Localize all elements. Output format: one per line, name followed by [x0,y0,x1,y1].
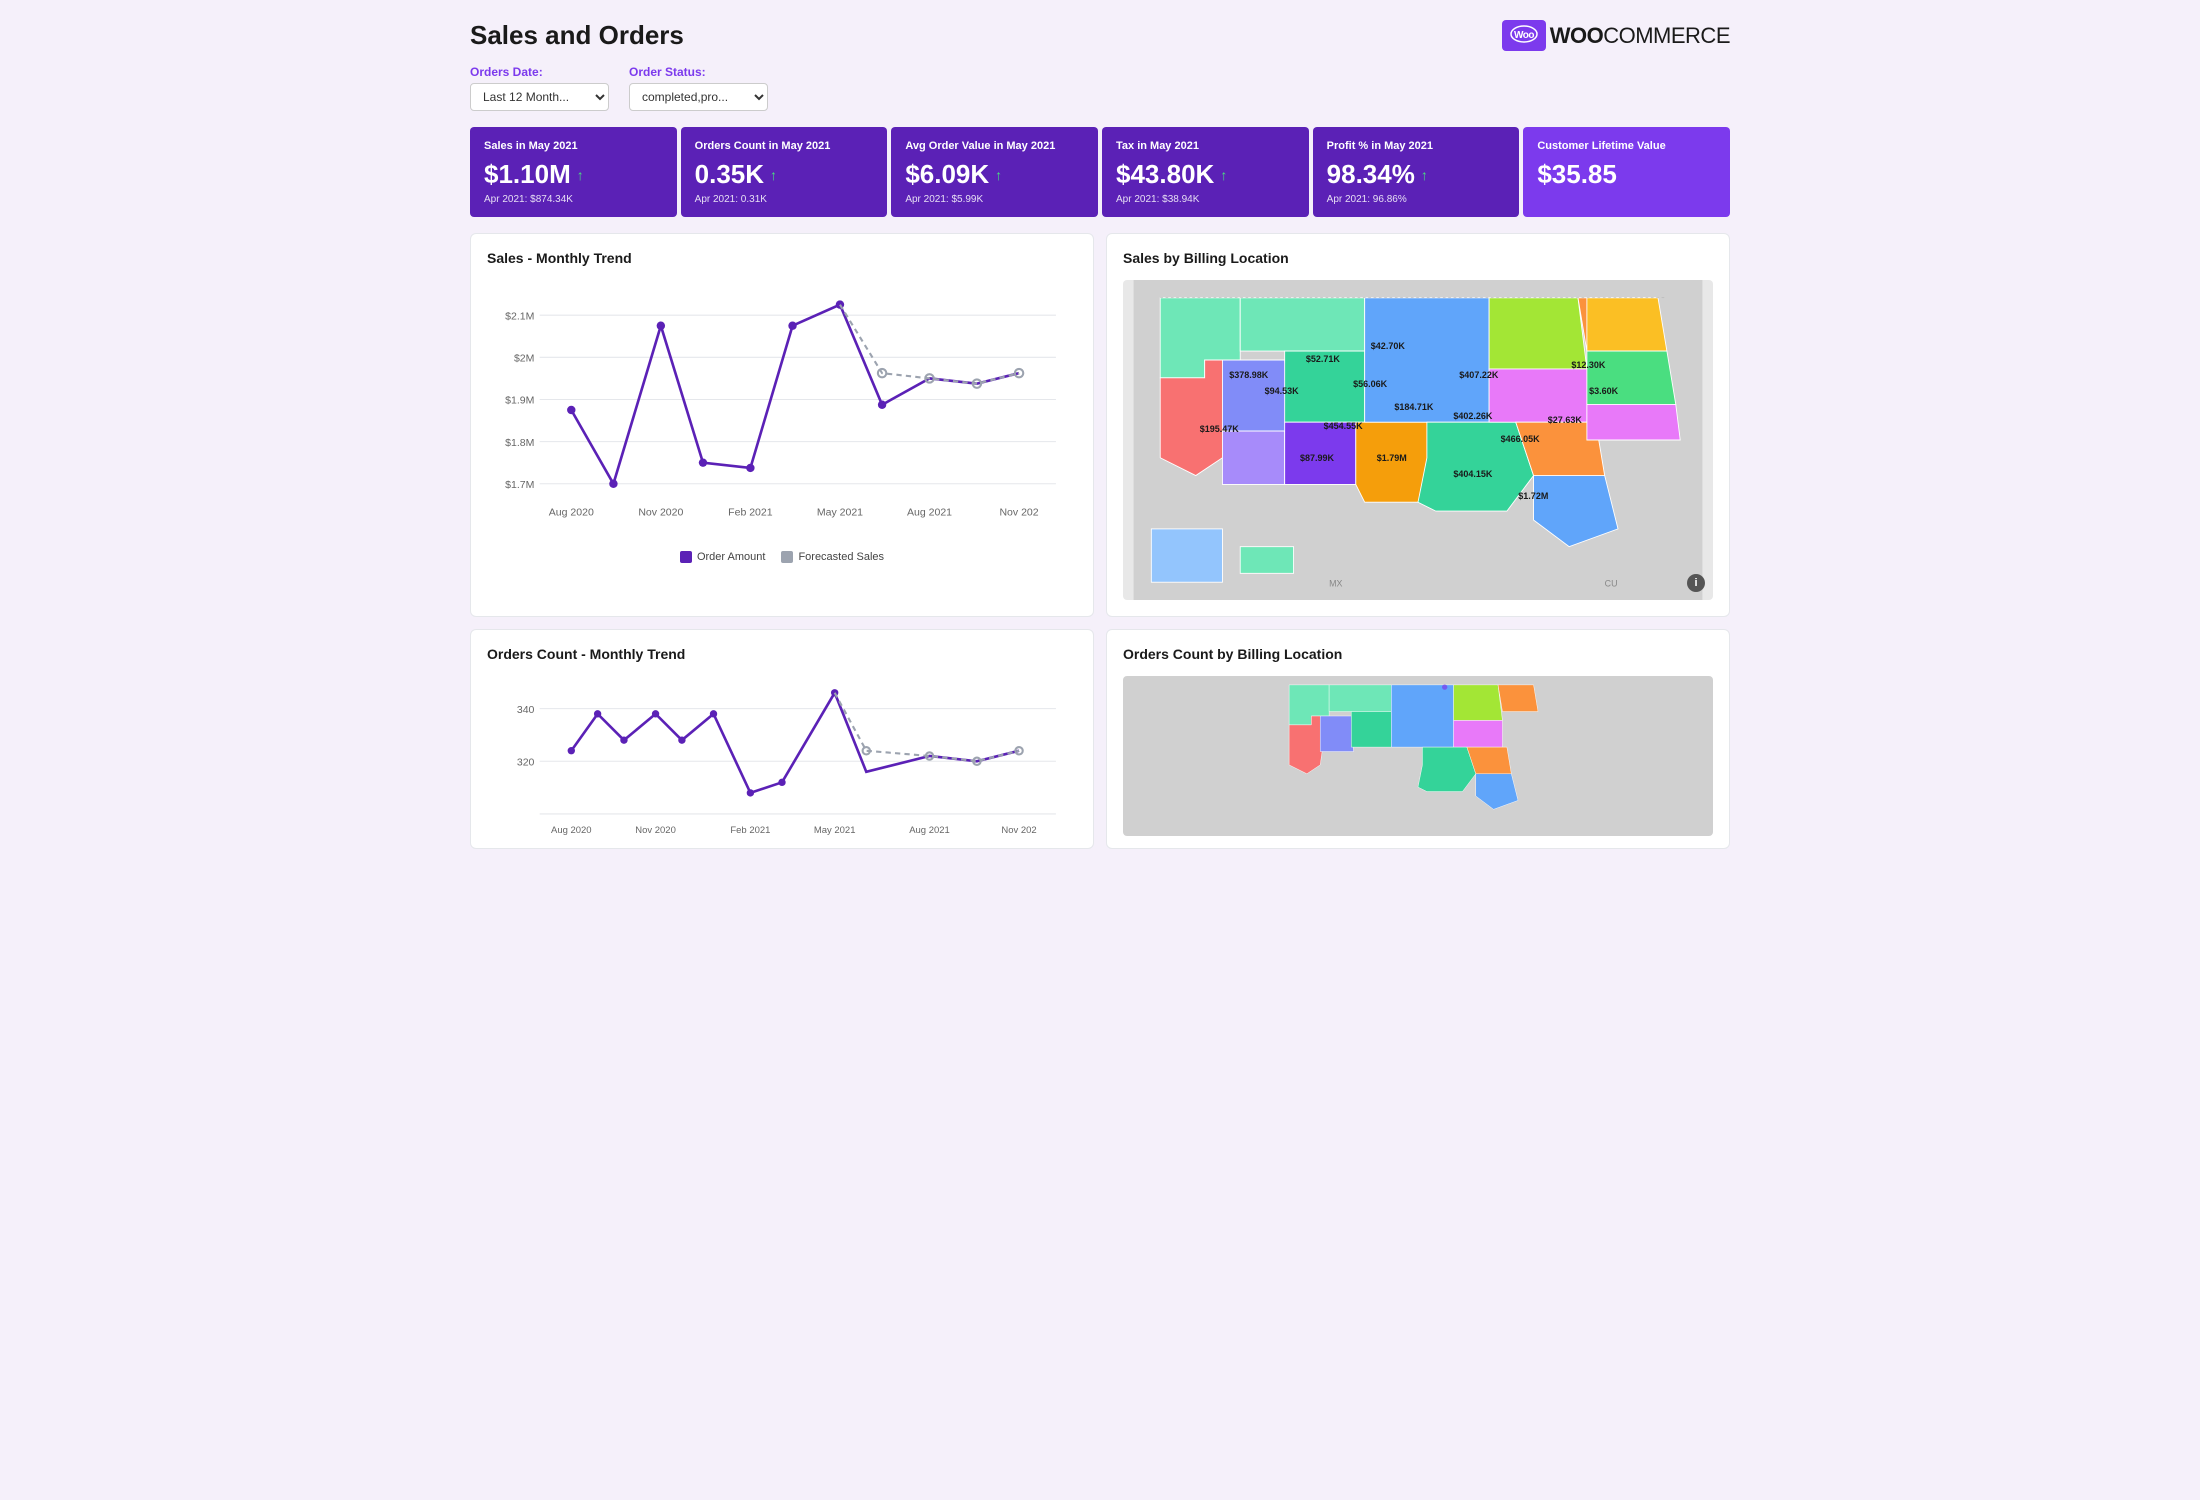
kpi-arrow-4: ↑ [1421,167,1428,183]
kpi-prev-4: Apr 2021: 96.86% [1327,194,1506,205]
us-map-container: MX CU $378.98K $52.71K $42.70K $94.53K $… [1123,280,1713,600]
svg-text:$1.8M: $1.8M [505,437,534,449]
legend-forecast: Forecasted Sales [781,551,884,563]
kpi-value-0: $1.10M ↑ [484,159,663,190]
legend-forecast-label: Forecasted Sales [798,551,884,563]
kpi-prev-1: Apr 2021: 0.31K [695,194,874,205]
kpi-title-0: Sales in May 2021 [484,139,663,153]
svg-text:$1.9M: $1.9M [505,395,534,407]
kpi-value-5: $35.85 [1537,159,1716,190]
kpi-card-2: Avg Order Value in May 2021 $6.09K ↑ Apr… [891,127,1098,217]
kpi-arrow-1: ↑ [770,167,777,183]
kpi-prev-2: Apr 2021: $5.99K [905,194,1084,205]
kpi-arrow-2: ↑ [995,167,1002,183]
kpi-title-2: Avg Order Value in May 2021 [905,139,1084,153]
page-title: Sales and Orders [470,20,684,51]
svg-text:Aug 2020: Aug 2020 [549,507,594,519]
legend-order-amount: Order Amount [680,551,765,563]
kpi-value-1: 0.35K ↑ [695,159,874,190]
orders-trend-panel: Orders Count - Monthly Trend 340 320 Aug… [470,629,1094,849]
kpi-prev-3: Apr 2021: $38.94K [1116,194,1295,205]
svg-text:340: 340 [517,704,535,716]
svg-text:Feb 2021: Feb 2021 [730,825,770,836]
legend-order-box [680,551,692,563]
kpi-arrow-0: ↑ [577,167,584,183]
svg-text:CU: CU [1605,579,1618,589]
kpi-card-0: Sales in May 2021 $1.10M ↑ Apr 2021: $87… [470,127,677,217]
kpi-card-1: Orders Count in May 2021 0.35K ↑ Apr 202… [681,127,888,217]
legend-forecast-box [781,551,793,563]
billing-map-title: Sales by Billing Location [1123,250,1713,266]
kpi-card-5: Customer Lifetime Value $35.85 [1523,127,1730,217]
kpi-value-3: $43.80K ↑ [1116,159,1295,190]
sales-trend-panel: Sales - Monthly Trend $2.1M $2M $1.9M $1… [470,233,1094,617]
svg-text:320: 320 [517,757,535,769]
legend-order-label: Order Amount [697,551,765,563]
woocommerce-logo: Woo WOOCOMMERCE [1502,20,1730,51]
kpi-arrow-3: ↑ [1220,167,1227,183]
svg-text:Aug 2021: Aug 2021 [909,825,950,836]
status-filter-label: Order Status: [629,65,768,79]
kpi-title-3: Tax in May 2021 [1116,139,1295,153]
orders-billing-panel: Orders Count by Billing Location [1106,629,1730,849]
kpi-value-2: $6.09K ↑ [905,159,1084,190]
status-filter-group: Order Status: completed,pro... [629,65,768,111]
kpi-card-4: Profit % in May 2021 98.34% ↑ Apr 2021: … [1313,127,1520,217]
svg-text:May 2021: May 2021 [817,507,863,519]
orders-billing-svg [1123,676,1713,836]
svg-text:Nov 202: Nov 202 [1001,825,1036,836]
sales-trend-title: Sales - Monthly Trend [487,250,1077,266]
woo-icon: Woo [1510,25,1538,43]
orders-billing-map [1123,676,1713,836]
svg-text:$2.1M: $2.1M [505,311,534,323]
orders-chart-svg: 340 320 Aug 2020 Nov 2020 Feb 2021 May 2… [487,676,1077,836]
commerce-text: WOOCOMMERCE [1550,23,1730,49]
filter-bar: Orders Date: Last 12 Month... Order Stat… [470,65,1730,111]
date-filter-label: Orders Date: [470,65,609,79]
sales-line-chart: $2.1M $2M $1.9M $1.8M $1.7M Aug 2020 Nov… [487,280,1077,560]
billing-map-panel: Sales by Billing Location [1106,233,1730,617]
svg-text:Feb 2021: Feb 2021 [728,507,773,519]
page-container: Sales and Orders Woo WOOCOMMERCE Orders … [450,0,1750,869]
kpi-title-4: Profit % in May 2021 [1327,139,1506,153]
svg-text:Aug 2020: Aug 2020 [551,825,592,836]
svg-text:$1.7M: $1.7M [505,479,534,491]
kpi-title-1: Orders Count in May 2021 [695,139,874,153]
kpi-row: Sales in May 2021 $1.10M ↑ Apr 2021: $87… [470,127,1730,217]
orders-trend-title: Orders Count - Monthly Trend [487,646,1077,662]
charts-grid: Sales - Monthly Trend $2.1M $2M $1.9M $1… [470,233,1730,849]
sales-chart-legend: Order Amount Forecasted Sales [487,551,1077,563]
woo-logo-box: Woo [1502,20,1546,51]
svg-text:May 2021: May 2021 [814,825,856,836]
svg-text:Nov 2020: Nov 2020 [635,825,676,836]
svg-text:$2M: $2M [514,353,534,365]
orders-billing-title: Orders Count by Billing Location [1123,646,1713,662]
svg-text:MX: MX [1329,579,1342,589]
kpi-card-3: Tax in May 2021 $43.80K ↑ Apr 2021: $38.… [1102,127,1309,217]
svg-text:Aug 2021: Aug 2021 [907,507,952,519]
us-map-svg: MX CU [1123,280,1713,600]
svg-text:Nov 2020: Nov 2020 [638,507,683,519]
status-filter-select[interactable]: completed,pro... [629,83,768,111]
date-filter-group: Orders Date: Last 12 Month... [470,65,609,111]
date-filter-select[interactable]: Last 12 Month... [470,83,609,111]
svg-text:Nov 202: Nov 202 [999,507,1038,519]
page-header: Sales and Orders Woo WOOCOMMERCE [470,20,1730,51]
svg-text:Woo: Woo [1514,30,1534,41]
kpi-value-4: 98.34% ↑ [1327,159,1506,190]
kpi-title-5: Customer Lifetime Value [1537,139,1716,153]
kpi-prev-0: Apr 2021: $874.34K [484,194,663,205]
sales-chart-svg: $2.1M $2M $1.9M $1.8M $1.7M Aug 2020 Nov… [487,280,1077,540]
